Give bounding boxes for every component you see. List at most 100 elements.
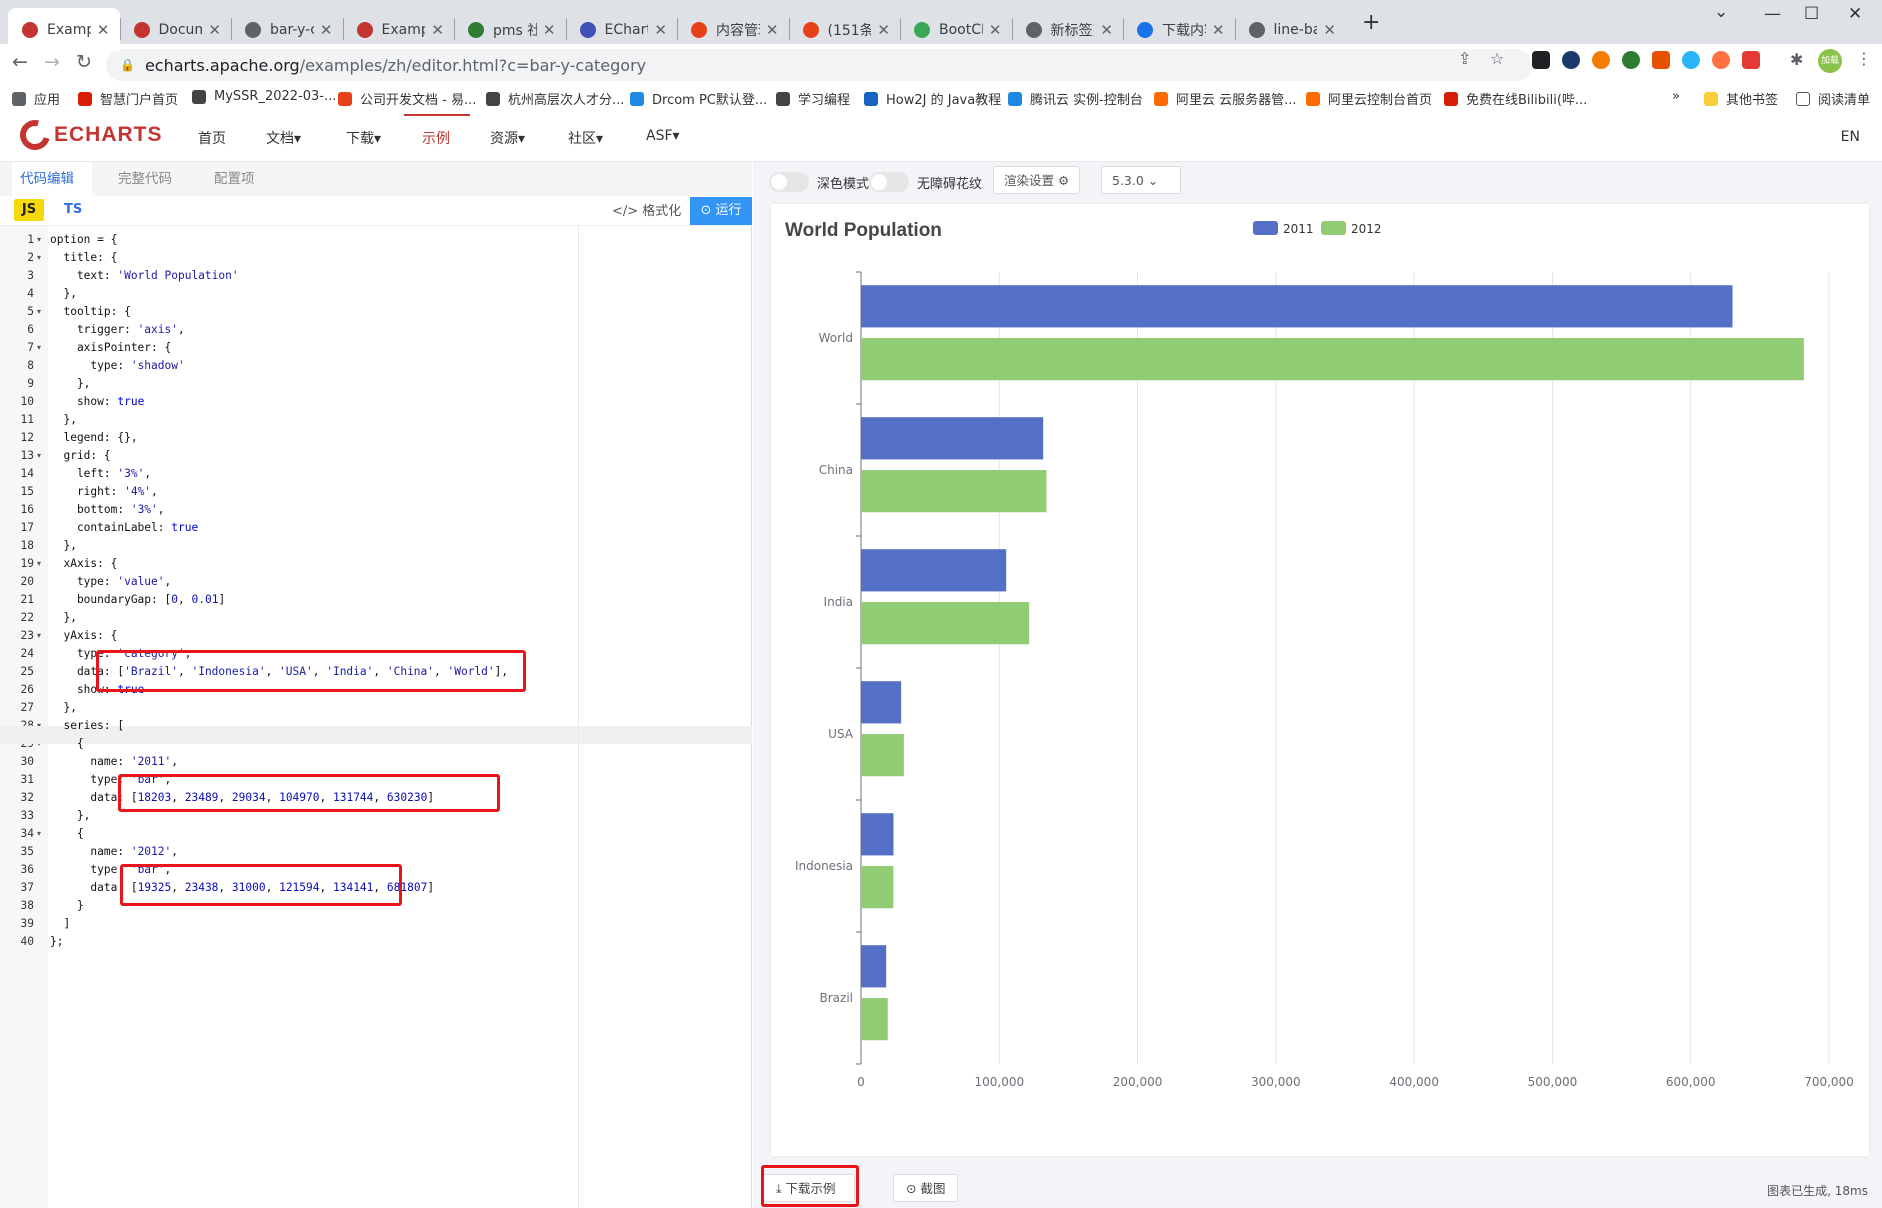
- browser-tab[interactable]: pms 社区租赁 ✕: [454, 8, 566, 51]
- bar-2012-indonesia: [861, 866, 894, 909]
- bookmark-item[interactable]: 阿里云控制台首页: [1306, 89, 1432, 108]
- bookmark-star-icon[interactable]: ☆: [1490, 49, 1504, 68]
- fold-arrow-icon[interactable]: ▾: [37, 825, 41, 843]
- browser-tab[interactable]: 下载内容 ✕: [1123, 8, 1235, 51]
- bookmark-item[interactable]: Drcom PC默认登...: [630, 89, 767, 108]
- site-nav-item[interactable]: 示例: [422, 128, 450, 148]
- tab-code-edit[interactable]: 代码编辑: [12, 162, 92, 196]
- browser-tab[interactable]: 内容管理-CSDN ✕: [677, 8, 789, 51]
- fold-arrow-icon[interactable]: ▾: [37, 231, 41, 249]
- tab-close-icon[interactable]: ✕: [320, 21, 333, 39]
- format-button[interactable]: </> 格式化: [612, 200, 681, 219]
- bookmark-item[interactable]: 阿里云 云服务器管...: [1154, 89, 1297, 108]
- bookmark-item[interactable]: 学习编程: [776, 89, 850, 108]
- bookmark-item[interactable]: 腾讯云 实例-控制台: [1008, 89, 1143, 108]
- extension-icon-1[interactable]: [1532, 51, 1550, 69]
- render-settings-button[interactable]: 渲染设置 ⚙: [993, 166, 1081, 194]
- extension-icon-8[interactable]: [1742, 51, 1760, 69]
- share-icon[interactable]: ⇪: [1458, 49, 1471, 68]
- language-switch[interactable]: EN: [1841, 129, 1860, 145]
- browser-tab[interactable]: bar-y-category ✕: [231, 8, 343, 51]
- js-language-button[interactable]: JS: [14, 199, 44, 221]
- tab-title: pms 社区租赁: [493, 22, 537, 39]
- bookmark-item[interactable]: 应用: [12, 89, 60, 108]
- extension-icon-2[interactable]: [1562, 51, 1580, 69]
- dark-mode-toggle[interactable]: [769, 172, 809, 192]
- tab-close-icon[interactable]: ✕: [208, 21, 221, 39]
- extension-icon-4[interactable]: [1622, 51, 1640, 69]
- tab-close-icon[interactable]: ✕: [989, 21, 1002, 39]
- window-dropdown-button[interactable]: ⌄: [1714, 2, 1728, 22]
- site-nav-item[interactable]: 下载▾: [346, 128, 381, 148]
- tab-close-icon[interactable]: ✕: [654, 21, 667, 39]
- bookmark-item[interactable]: 免费在线Bilibili(哔...: [1444, 89, 1587, 108]
- bookmark-item[interactable]: MySSR_2022-03-...: [192, 89, 336, 104]
- bookmark-item[interactable]: 公司开发文档 - 易...: [338, 89, 476, 108]
- decal-toggle[interactable]: [869, 172, 909, 192]
- extension-icon-6[interactable]: [1682, 51, 1700, 69]
- new-tab-button[interactable]: +: [1362, 10, 1380, 35]
- browser-menu-icon[interactable]: ⋮: [1856, 49, 1872, 68]
- reload-icon[interactable]: ↻: [76, 51, 92, 73]
- x-tick-label: 600,000: [1666, 1075, 1716, 1089]
- tab-close-icon[interactable]: ✕: [543, 21, 556, 39]
- bookmarks-bar: 应用 智慧门户首页 MySSR_2022-03-... 公司开发文档 - 易... 杭州…: [0, 86, 1882, 114]
- extensions-puzzle-icon[interactable]: ✱: [1790, 50, 1803, 69]
- fold-arrow-icon[interactable]: ▾: [37, 339, 41, 357]
- tab-options[interactable]: 配置项: [206, 162, 266, 196]
- fold-arrow-icon[interactable]: ▾: [37, 303, 41, 321]
- y-category-label: USA: [828, 727, 854, 741]
- site-nav-item[interactable]: 社区▾: [568, 128, 603, 148]
- browser-tab[interactable]: 新标签页 ✕: [1012, 8, 1124, 51]
- forward-arrow-icon[interactable]: →: [44, 51, 60, 73]
- window-close-button[interactable]: ✕: [1848, 4, 1862, 24]
- browser-tab[interactable]: ECharts ✕: [566, 8, 678, 51]
- extension-icon-7[interactable]: [1712, 51, 1730, 69]
- back-arrow-icon[interactable]: ←: [12, 51, 28, 73]
- tab-close-icon[interactable]: ✕: [431, 21, 444, 39]
- tab-full-code[interactable]: 完整代码: [110, 162, 190, 196]
- ts-language-button[interactable]: TS: [64, 199, 82, 221]
- browser-tab[interactable]: Documentation - Apache ✕: [120, 8, 232, 51]
- screenshot-button[interactable]: ⊙ 截图: [893, 1174, 959, 1202]
- site-nav-item[interactable]: 资源▾: [490, 128, 525, 148]
- extension-icon-5[interactable]: [1652, 51, 1670, 69]
- code-line: grid: {: [50, 449, 111, 462]
- browser-tab[interactable]: Examples - Apache ECharts ✕: [8, 8, 120, 51]
- site-nav-item[interactable]: 首页: [198, 128, 226, 148]
- other-bookmarks[interactable]: 其他书签: [1704, 89, 1778, 108]
- tab-close-icon[interactable]: ✕: [877, 21, 890, 39]
- bookmark-item[interactable]: 智慧门户首页: [78, 89, 178, 108]
- profile-avatar[interactable]: 加载: [1818, 49, 1842, 73]
- echarts-logo[interactable]: ECHARTS: [14, 114, 163, 156]
- tab-close-icon[interactable]: ✕: [1212, 21, 1225, 39]
- reading-list[interactable]: 阅读清单: [1796, 89, 1870, 108]
- run-button[interactable]: ⊙ 运行: [690, 197, 752, 225]
- line-number: 40: [20, 935, 34, 948]
- window-minimize-button[interactable]: —: [1764, 4, 1781, 24]
- fold-arrow-icon[interactable]: ▾: [37, 447, 41, 465]
- window-maximize-button[interactable]: ☐: [1804, 4, 1819, 24]
- tab-close-icon[interactable]: ✕: [766, 21, 779, 39]
- bar-2012-brazil: [861, 998, 888, 1041]
- browser-tab[interactable]: (151条消息) ✕: [789, 8, 901, 51]
- browser-tab[interactable]: Examples - Apache ✕: [343, 8, 455, 51]
- site-nav-item[interactable]: ASF▾: [646, 128, 680, 144]
- site-nav-item[interactable]: 文档▾: [266, 128, 301, 148]
- tab-favicon-icon: [1025, 21, 1042, 38]
- fold-arrow-icon[interactable]: ▾: [37, 627, 41, 645]
- fold-arrow-icon[interactable]: ▾: [37, 249, 41, 267]
- tab-close-icon[interactable]: ✕: [1323, 21, 1336, 39]
- extension-icon-3[interactable]: [1592, 51, 1610, 69]
- code-text-area[interactable]: option = { title: { text: 'World Populat…: [48, 226, 752, 1208]
- tab-close-icon[interactable]: ✕: [1100, 21, 1113, 39]
- browser-tab[interactable]: line-bar-y-ca ✕: [1235, 8, 1347, 51]
- browser-tab[interactable]: BootCDN - Bo ✕: [900, 8, 1012, 51]
- bookmark-item[interactable]: 杭州高层次人才分...: [486, 89, 624, 108]
- version-select[interactable]: 5.3.0 ⌄: [1101, 166, 1181, 194]
- tab-close-icon[interactable]: ✕: [97, 21, 110, 39]
- fold-arrow-icon[interactable]: ▾: [37, 555, 41, 573]
- bookmark-item[interactable]: How2J 的 Java教程: [864, 89, 1001, 108]
- url-input[interactable]: 🔒 echarts.apache.org/examples/zh/editor.…: [106, 49, 1532, 81]
- bookmarks-more-button[interactable]: »: [1672, 89, 1680, 104]
